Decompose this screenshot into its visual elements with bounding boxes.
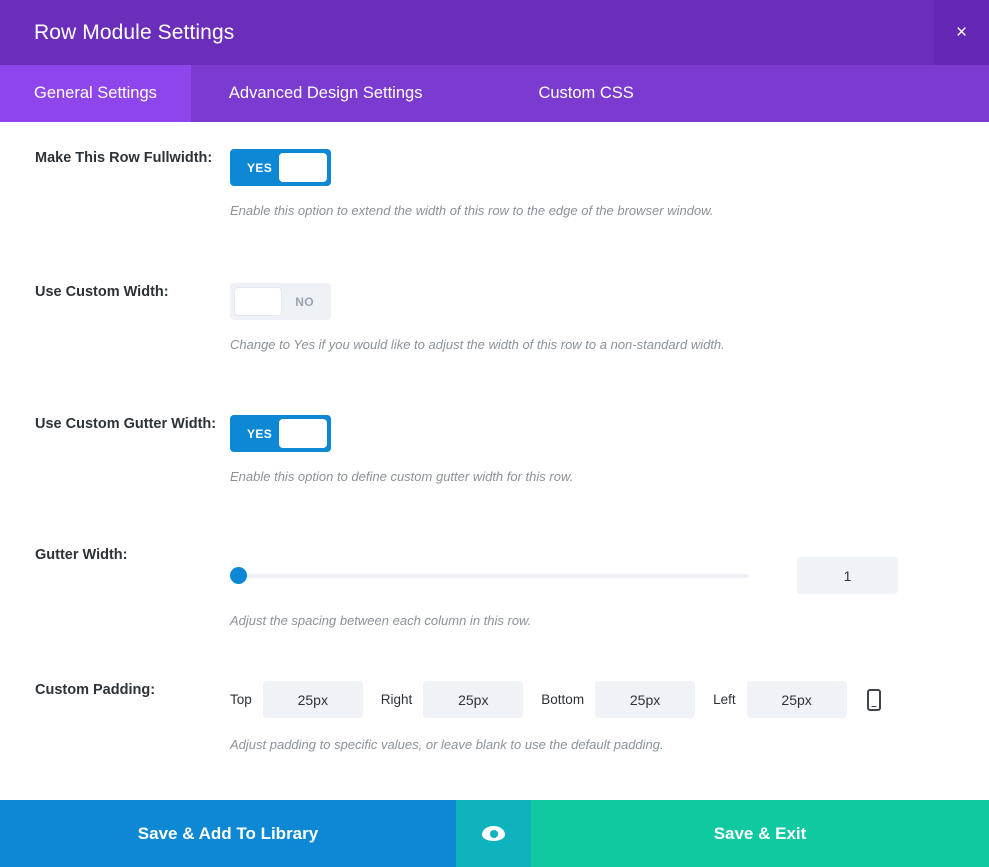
setting-control-fullwidth: YES Enable this option to extend the wid… [230,149,989,219]
settings-panel: Make This Row Fullwidth: YES Enable this… [0,122,989,800]
save-add-to-library-button[interactable]: Save & Add To Library [0,800,456,867]
eye-icon [482,826,505,841]
padding-label-left: Left [713,692,736,707]
toggle-knob [279,419,327,448]
modal-footer: Save & Add To Library Save & Exit [0,800,989,867]
setting-row-custom-gutter: Use Custom Gutter Width: YES Enable this… [0,415,989,485]
padding-input-right[interactable]: 25px [423,681,523,718]
padding-fields: Top 25px Right 25px Bottom 25px Left 25p… [230,681,989,718]
toggle-knob [279,153,327,182]
toggle-fullwidth-value: YES [247,161,272,175]
padding-input-left[interactable]: 25px [747,681,847,718]
toggle-custom-gutter-value: YES [247,427,272,441]
gutter-width-slider-handle[interactable] [230,567,247,584]
setting-desc-fullwidth: Enable this option to extend the width o… [230,203,989,219]
setting-desc-custom-width: Change to Yes if you would like to adjus… [230,337,989,353]
setting-control-gutter-width: 1 Adjust the spacing between each column… [230,546,989,629]
padding-label-top: Top [230,692,252,707]
modal-header: Row Module Settings × [0,0,989,65]
gutter-width-slider-track[interactable] [230,574,749,578]
gutter-width-slider-wrap: 1 [230,557,989,594]
mobile-phone-icon[interactable] [867,689,881,711]
setting-control-custom-width: NO Change to Yes if you would like to ad… [230,283,989,353]
close-icon: × [956,23,967,42]
toggle-custom-gutter[interactable]: YES [230,415,331,452]
setting-control-custom-gutter: YES Enable this option to define custom … [230,415,989,485]
setting-label-custom-padding: Custom Padding: [0,681,230,753]
tab-general-settings[interactable]: General Settings [0,65,191,122]
close-button[interactable]: × [934,0,989,65]
tab-bar: General Settings Advanced Design Setting… [0,65,989,122]
padding-input-bottom[interactable]: 25px [595,681,695,718]
setting-row-custom-width: Use Custom Width: NO Change to Yes if yo… [0,283,989,353]
toggle-fullwidth[interactable]: YES [230,149,331,186]
page-title: Row Module Settings [0,21,234,45]
setting-label-custom-gutter: Use Custom Gutter Width: [0,415,230,485]
tab-advanced-design-settings[interactable]: Advanced Design Settings [195,65,457,122]
setting-row-fullwidth: Make This Row Fullwidth: YES Enable this… [0,149,989,219]
setting-desc-custom-gutter: Enable this option to define custom gutt… [230,469,989,485]
padding-label-right: Right [381,692,413,707]
row-module-settings-modal: Row Module Settings × General Settings A… [0,0,989,867]
padding-input-top[interactable]: 25px [263,681,363,718]
toggle-custom-width-value: NO [295,295,314,309]
tab-custom-css[interactable]: Custom CSS [504,65,667,122]
setting-row-custom-padding: Custom Padding: Top 25px Right 25px Bott… [0,681,989,753]
toggle-knob [234,287,282,316]
save-exit-button[interactable]: Save & Exit [531,800,989,867]
padding-label-bottom: Bottom [541,692,584,707]
setting-control-custom-padding: Top 25px Right 25px Bottom 25px Left 25p… [230,681,989,753]
setting-desc-custom-padding: Adjust padding to specific values, or le… [230,737,989,753]
toggle-custom-width[interactable]: NO [230,283,331,320]
gutter-width-input[interactable]: 1 [797,557,898,594]
setting-label-custom-width: Use Custom Width: [0,283,230,353]
preview-button[interactable] [456,800,531,867]
setting-row-gutter-width: Gutter Width: 1 Adjust the spacing betwe… [0,546,989,629]
setting-desc-gutter-width: Adjust the spacing between each column i… [230,613,989,629]
setting-label-fullwidth: Make This Row Fullwidth: [0,149,230,219]
setting-label-gutter-width: Gutter Width: [0,546,230,629]
